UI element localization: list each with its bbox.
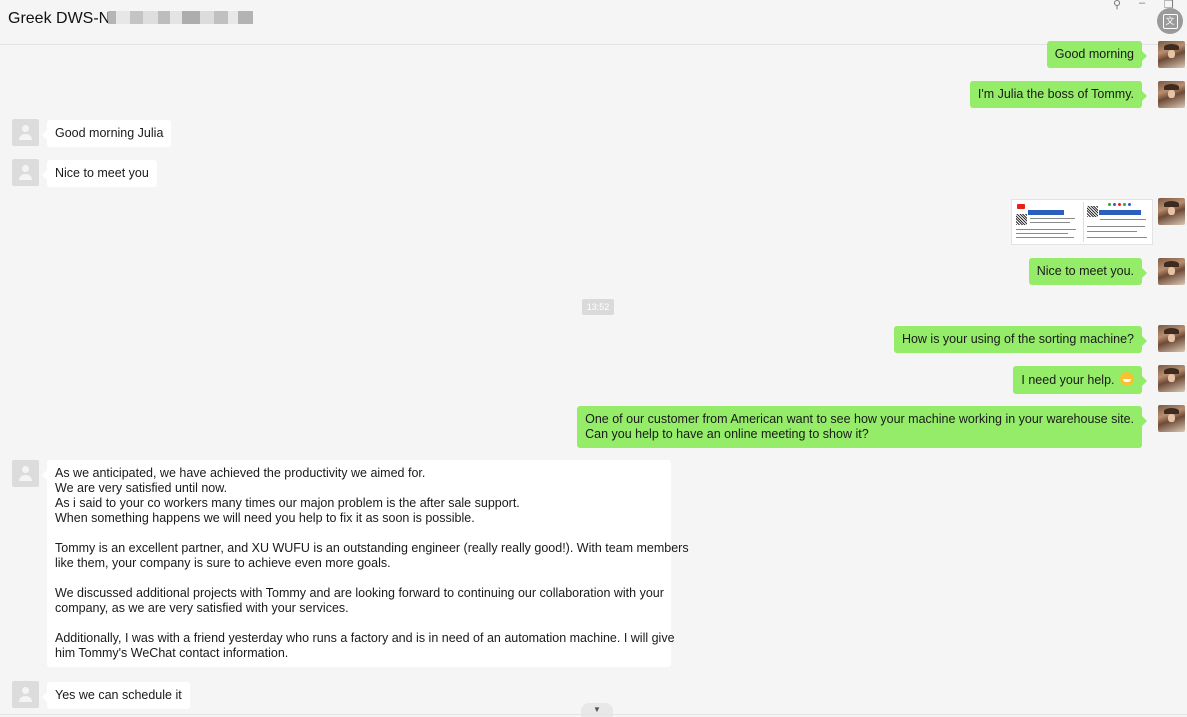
pin-icon[interactable]: ⚲ [1113,0,1121,11]
message-line: As we anticipated, we have achieved the … [55,466,426,480]
contact-avatar[interactable] [12,681,39,708]
message-line: Additionally, I was with a friend yester… [55,631,675,645]
message-timestamp: 13:52 [582,299,614,315]
business-card-image[interactable] [1011,199,1153,245]
my-avatar[interactable] [1158,325,1185,352]
contact-avatar[interactable] [12,460,39,487]
message-text: I need your help. [1021,373,1115,387]
my-avatar[interactable] [1158,198,1185,225]
message-line: company, as we are very satisfied with y… [55,601,349,615]
message-bubble-incoming-long[interactable]: As we anticipated, we have achieved the … [42,460,689,667]
message-line: One of our customer from American want t… [585,412,1134,426]
chat-header: Greek DWS-N ⚲ – ❐ 文 [0,0,1187,45]
minimize-icon[interactable]: – [1139,0,1145,9]
message-bubble-incoming[interactable]: Nice to meet you [42,160,157,187]
message-bubble-outgoing[interactable]: Nice to meet you. [1028,258,1148,285]
contact-avatar[interactable] [12,119,39,146]
my-avatar[interactable] [1158,258,1185,285]
redacted-title-block [108,11,254,24]
message-bubble-incoming[interactable]: Good morning Julia [41,120,172,147]
my-avatar[interactable] [1158,365,1185,392]
input-divider [0,714,1187,715]
message-line: As i said to your co workers many times … [55,496,520,510]
translate-icon[interactable]: 文 [1157,8,1183,34]
business-card-front [1014,202,1080,242]
message-line: Tommy is an excellent partner, and XU WU… [55,541,689,555]
grin-emoji-icon [1120,372,1134,386]
business-card-back [1083,202,1150,242]
message-bubble-outgoing[interactable]: I need your help. [1013,366,1147,394]
message-line: We discussed additional projects with To… [55,586,664,600]
contact-avatar[interactable] [12,159,39,186]
message-bubble-incoming[interactable]: Yes we can schedule it [42,682,190,709]
my-avatar[interactable] [1158,81,1185,108]
my-avatar[interactable] [1158,405,1185,432]
chat-title: Greek DWS-N [8,10,254,28]
message-line: him Tommy's WeChat contact information. [55,646,289,660]
message-line: like them, your company is sure to achie… [55,556,391,570]
message-bubble-outgoing[interactable]: I'm Julia the boss of Tommy. [969,81,1148,108]
message-line: We are very satisfied until now. [55,481,228,495]
message-bubble-outgoing[interactable]: How is your using of the sorting machine… [893,326,1148,353]
message-bubble-outgoing[interactable]: Good morning [1046,41,1148,68]
message-line: When something happens we will need you … [55,511,475,525]
message-line: Can you help to have an online meeting t… [585,427,869,441]
my-avatar[interactable] [1158,41,1185,68]
message-bubble-outgoing[interactable]: One of our customer from American want t… [577,406,1147,448]
